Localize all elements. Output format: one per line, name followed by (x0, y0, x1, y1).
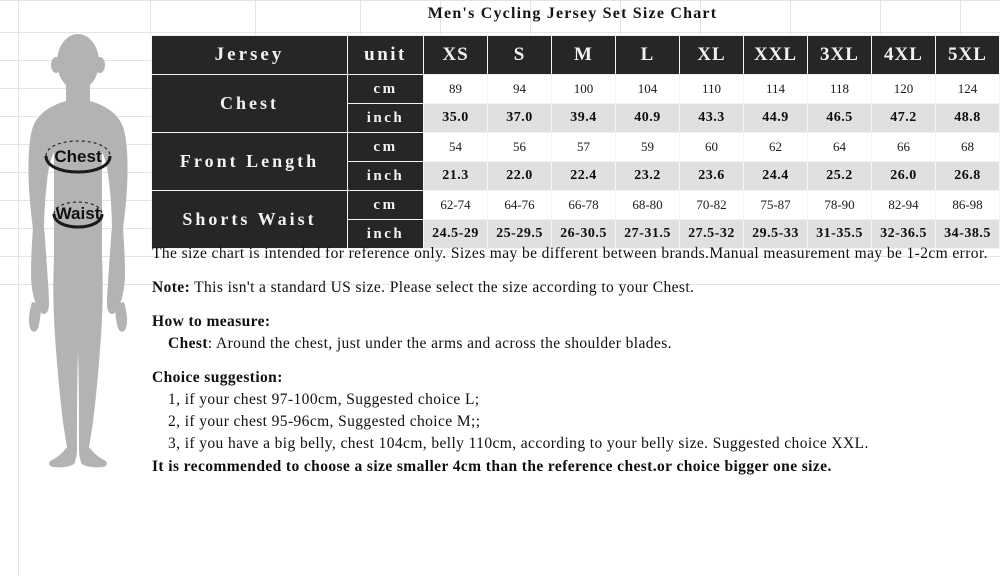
cell-chest-inch-5xl: 48.8 (935, 103, 1000, 133)
figure-waist-label: Waist (55, 204, 101, 223)
cell-shortswaist-cm-l: 68-80 (615, 190, 680, 220)
unit-inch: inch (347, 161, 424, 191)
size-chart-table: Jersey unit XS S M L XL XXL 3XL 4XL 5XL … (151, 35, 1000, 249)
note-label: Note: (152, 279, 191, 296)
cell-chest-inch-xs: 35.0 (423, 103, 488, 133)
cell-chest-inch-4xl: 47.2 (871, 103, 936, 133)
notes-section: The size chart is intended for reference… (152, 243, 992, 478)
unit-cm: cm (347, 74, 424, 104)
cell-chest-cm-s: 94 (487, 74, 552, 104)
disclaimer-text: The size chart is intended for reference… (152, 245, 988, 262)
cell-frontlength-inch-xxl: 24.4 (743, 161, 808, 191)
cell-chest-inch-3xl: 46.5 (807, 103, 872, 133)
cell-frontlength-inch-xs: 21.3 (423, 161, 488, 191)
header-size-l: L (615, 35, 680, 75)
how-to-measure-heading: How to measure: (152, 313, 271, 330)
row-label-chest: Chest (151, 74, 348, 133)
cell-frontlength-cm-l: 59 (615, 132, 680, 162)
cell-frontlength-inch-l: 23.2 (615, 161, 680, 191)
row-label-front-length: Front Length (151, 132, 348, 191)
cell-chest-inch-m: 39.4 (551, 103, 616, 133)
header-size-4xl: 4XL (871, 35, 936, 75)
cell-frontlength-inch-m: 22.4 (551, 161, 616, 191)
cell-chest-cm-xl: 110 (679, 74, 744, 104)
table-row: Chest cm 89 94 100 104 110 114 118 120 1… (151, 74, 1000, 133)
unit-inch: inch (347, 103, 424, 133)
cell-shortswaist-cm-3xl: 78-90 (807, 190, 872, 220)
chest-measure-label: Chest (168, 335, 208, 352)
header-size-xs: XS (423, 35, 488, 75)
cell-frontlength-cm-xxl: 62 (743, 132, 808, 162)
header-size-xxl: XXL (743, 35, 808, 75)
chest-measure-text: : Around the chest, just under the arms … (207, 335, 672, 352)
header-size-5xl: 5XL (935, 35, 1000, 75)
figure-chest-label: Chest (54, 147, 102, 166)
cell-frontlength-cm-m: 57 (551, 132, 616, 162)
cell-shortswaist-cm-m: 66-78 (551, 190, 616, 220)
cell-chest-cm-l: 104 (615, 74, 680, 104)
header-size-xl: XL (679, 35, 744, 75)
cell-chest-inch-s: 37.0 (487, 103, 552, 133)
cell-chest-cm-5xl: 124 (935, 74, 1000, 104)
cell-frontlength-inch-4xl: 26.0 (871, 161, 936, 191)
body-figure-panel: Chest Waist (0, 0, 150, 576)
header-size-3xl: 3XL (807, 35, 872, 75)
choice-item-3: 3, if you have a big belly, chest 104cm,… (168, 435, 869, 452)
cell-chest-cm-3xl: 118 (807, 74, 872, 104)
cell-shortswaist-cm-4xl: 82-94 (871, 190, 936, 220)
cell-chest-inch-xl: 43.3 (679, 103, 744, 133)
header-jersey: Jersey (151, 35, 348, 75)
male-body-silhouette-icon (28, 34, 128, 468)
cell-frontlength-inch-s: 22.0 (487, 161, 552, 191)
cell-shortswaist-cm-xs: 62-74 (423, 190, 488, 220)
cell-frontlength-cm-xl: 60 (679, 132, 744, 162)
table-row: Front Length cm 54 56 57 59 60 62 64 66 … (151, 132, 1000, 191)
note-line: Note: This isn't a standard US size. Ple… (152, 277, 992, 299)
final-recommendation: It is recommended to choose a size small… (152, 458, 832, 475)
header-size-m: M (551, 35, 616, 75)
choice-item-2: 2, if your chest 95-96cm, Suggested choi… (168, 413, 481, 430)
cell-chest-inch-l: 40.9 (615, 103, 680, 133)
cell-frontlength-inch-5xl: 26.8 (935, 161, 1000, 191)
choice-suggestion-heading: Choice suggestion: (152, 369, 283, 386)
header-unit: unit (347, 35, 424, 75)
unit-cm: cm (347, 190, 424, 220)
cell-frontlength-cm-s: 56 (487, 132, 552, 162)
table-header-row: Jersey unit XS S M L XL XXL 3XL 4XL 5XL (151, 35, 1000, 75)
unit-cm: cm (347, 132, 424, 162)
size-chart-page: Chest Waist Men's Cycling Jersey Set Siz… (0, 0, 1000, 576)
cell-chest-cm-4xl: 120 (871, 74, 936, 104)
choice-item-1: 1, if your chest 97-100cm, Suggested cho… (168, 391, 480, 408)
cell-frontlength-inch-3xl: 25.2 (807, 161, 872, 191)
cell-frontlength-cm-5xl: 68 (935, 132, 1000, 162)
cell-shortswaist-cm-xl: 70-82 (679, 190, 744, 220)
cell-shortswaist-cm-5xl: 86-98 (935, 190, 1000, 220)
row-label-shorts-waist: Shorts Waist (151, 190, 348, 249)
cell-chest-cm-m: 100 (551, 74, 616, 104)
page-title: Men's Cycling Jersey Set Size Chart (427, 5, 718, 22)
cell-frontlength-cm-xs: 54 (423, 132, 488, 162)
header-size-s: S (487, 35, 552, 75)
cell-shortswaist-cm-s: 64-76 (487, 190, 552, 220)
cell-frontlength-cm-4xl: 66 (871, 132, 936, 162)
chest-measure-line: Chest: Around the chest, just under the … (152, 333, 992, 355)
cell-frontlength-cm-3xl: 64 (807, 132, 872, 162)
cell-shortswaist-cm-xxl: 75-87 (743, 190, 808, 220)
note-text: This isn't a standard US size. Please se… (190, 279, 695, 296)
table-row: Shorts Waist cm 62-74 64-76 66-78 68-80 … (151, 190, 1000, 249)
cell-chest-inch-xxl: 44.9 (743, 103, 808, 133)
cell-chest-cm-xs: 89 (423, 74, 488, 104)
cell-frontlength-inch-xl: 23.6 (679, 161, 744, 191)
cell-chest-cm-xxl: 114 (743, 74, 808, 104)
